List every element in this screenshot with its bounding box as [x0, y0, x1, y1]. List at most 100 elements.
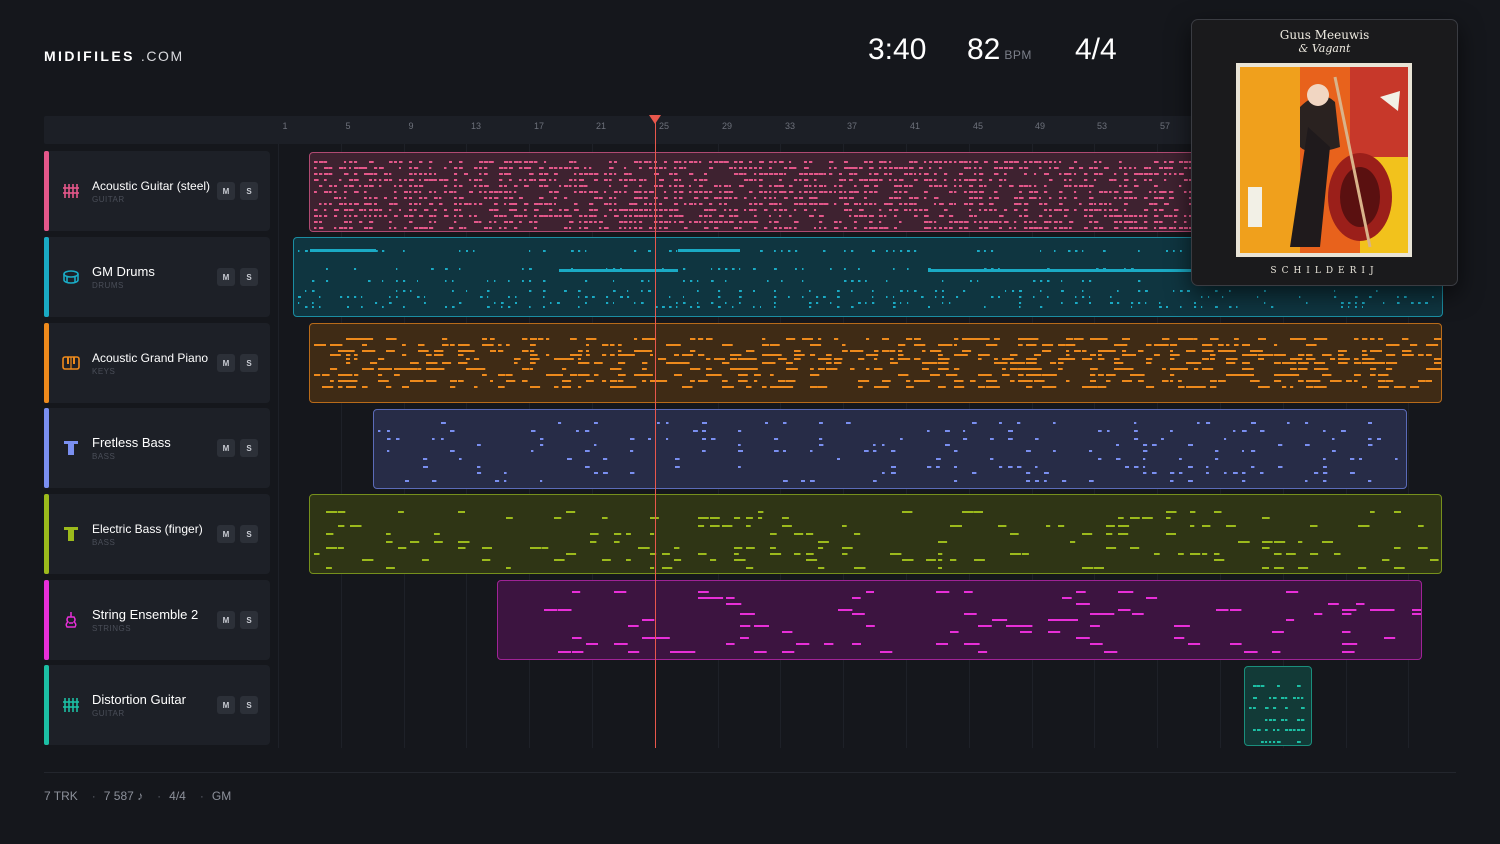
mute-button[interactable]: M	[217, 696, 235, 714]
note-mark	[1026, 362, 1037, 364]
note-mark	[1229, 290, 1231, 292]
note-mark	[1009, 185, 1014, 187]
note-mark	[898, 354, 904, 356]
solo-button[interactable]: S	[240, 182, 258, 200]
note-mark	[1322, 386, 1327, 388]
note-mark	[834, 203, 837, 205]
midi-clip-fretless-bass[interactable]	[373, 409, 1407, 489]
note-mark	[714, 161, 719, 163]
mute-button[interactable]: M	[217, 439, 235, 457]
note-mark	[710, 525, 720, 527]
note-mark	[479, 167, 482, 169]
note-mark	[1079, 203, 1082, 205]
note-mark	[634, 161, 639, 163]
solo-button[interactable]: S	[240, 354, 258, 372]
note-mark	[909, 209, 912, 211]
note-mark	[1114, 179, 1117, 181]
note-mark	[974, 161, 979, 163]
note-mark	[579, 221, 582, 223]
note-mark	[1048, 631, 1061, 633]
note-mark	[386, 350, 395, 352]
note-mark	[749, 179, 753, 181]
solo-button[interactable]: S	[240, 268, 258, 286]
note-mark	[399, 179, 402, 181]
playhead-marker[interactable]	[649, 115, 661, 124]
note-mark	[1090, 643, 1103, 645]
track-header-electric-bass[interactable]: Electric Bass (finger) BASS M S	[44, 494, 270, 574]
site-logo[interactable]: MIDIFILES .COM	[44, 48, 184, 64]
solo-button[interactable]: S	[240, 525, 258, 543]
solo-button[interactable]: S	[240, 611, 258, 629]
note-mark	[804, 179, 809, 181]
track-header-distortion-guitar[interactable]: Distortion Guitar GUITAR M S	[44, 665, 270, 745]
mute-button[interactable]: M	[217, 611, 235, 629]
note-mark	[1084, 215, 1088, 217]
note-mark	[904, 209, 908, 211]
note-mark	[554, 167, 558, 169]
note-mark	[719, 215, 724, 217]
note-mark	[594, 374, 599, 376]
note-mark	[1034, 338, 1039, 340]
midi-clip-acoustic-grand-piano[interactable]	[309, 323, 1442, 403]
note-mark	[394, 185, 397, 187]
note-mark	[1118, 609, 1131, 611]
mute-button[interactable]: M	[217, 354, 235, 372]
note-mark	[540, 438, 544, 440]
note-mark	[770, 362, 776, 364]
note-mark	[1187, 290, 1190, 292]
note-mark	[732, 306, 734, 308]
note-mark	[1368, 438, 1372, 440]
note-mark	[564, 209, 569, 211]
note-mark	[826, 362, 832, 364]
note-mark	[369, 161, 374, 163]
mute-button[interactable]: M	[217, 268, 235, 286]
note-mark	[719, 197, 722, 199]
note-mark	[1368, 444, 1373, 446]
note-mark	[1338, 362, 1348, 364]
note-mark	[429, 179, 434, 181]
note-mark	[706, 358, 711, 360]
note-mark	[698, 597, 713, 599]
note-mark	[1293, 697, 1296, 699]
note-mark	[1145, 290, 1148, 292]
midi-clip-electric-bass[interactable]	[309, 494, 1442, 574]
track-header-string-ensemble[interactable]: String Ensemble 2 STRINGS M S	[44, 580, 270, 660]
note-mark	[929, 179, 933, 181]
midi-clip-distortion-guitar[interactable]	[1244, 666, 1312, 746]
note-mark	[659, 203, 663, 205]
note-mark	[762, 338, 766, 340]
note-mark	[1054, 167, 1059, 169]
note-mark	[649, 203, 653, 205]
track-header-acoustic-grand-piano[interactable]: Acoustic Grand Piano KEYS M S	[44, 323, 270, 403]
note-mark	[1362, 302, 1365, 304]
playhead-line[interactable]	[655, 122, 656, 748]
midi-clip-string-ensemble[interactable]	[497, 580, 1422, 660]
note-mark	[874, 386, 884, 388]
note-mark	[810, 368, 814, 370]
note-mark	[426, 362, 438, 364]
note-mark	[1098, 458, 1102, 460]
note-mark	[744, 179, 749, 181]
note-mark	[312, 306, 314, 308]
mute-button[interactable]: M	[217, 182, 235, 200]
track-header-gm-drums[interactable]: GM Drums DRUMS M S	[44, 237, 270, 317]
note-mark	[854, 191, 859, 193]
note-mark	[959, 161, 964, 163]
note-mark	[1341, 302, 1344, 304]
note-mark	[379, 185, 382, 187]
note-mark	[949, 191, 953, 193]
solo-button[interactable]: S	[240, 696, 258, 714]
mute-button[interactable]: M	[217, 525, 235, 543]
note-mark	[1134, 227, 1139, 229]
note-mark	[818, 338, 822, 340]
solo-button[interactable]: S	[240, 439, 258, 457]
note-mark	[444, 191, 447, 193]
note-mark	[642, 374, 653, 376]
note-mark	[674, 547, 680, 549]
note-mark	[866, 625, 875, 627]
note-mark	[1018, 338, 1028, 340]
track-header-acoustic-guitar[interactable]: Acoustic Guitar (steel) GUITAR M S	[44, 151, 270, 231]
note-mark	[786, 368, 798, 370]
track-header-fretless-bass[interactable]: Fretless Bass BASS M S	[44, 408, 270, 488]
note-mark	[969, 215, 973, 217]
